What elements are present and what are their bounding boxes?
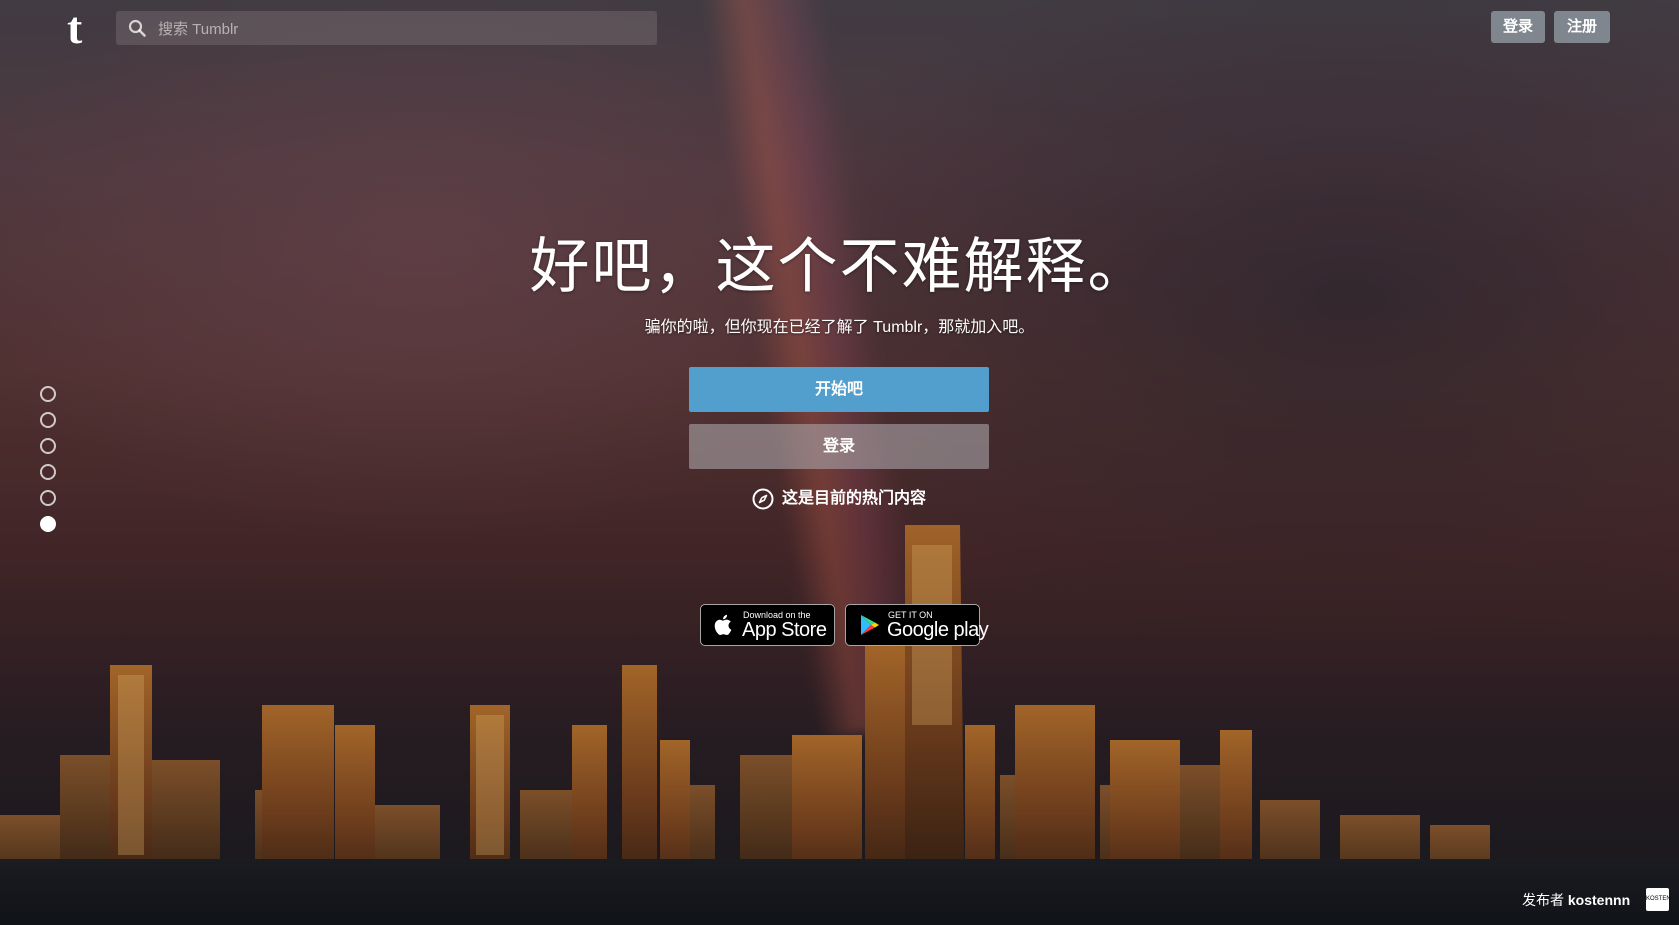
- app-store-big-text: App Store: [742, 619, 827, 641]
- pager-dot-5[interactable]: [40, 490, 56, 506]
- hero-subtitle: 骗你的啦，但你现在已经了解了 Tumblr，那就加入吧。: [644, 319, 1035, 336]
- author-avatar[interactable]: KOSTEN: [1646, 888, 1671, 911]
- compass-icon: [752, 488, 774, 510]
- signup-button[interactable]: 注册: [1554, 11, 1610, 43]
- pager-dot-6-active[interactable]: [40, 516, 56, 532]
- get-started-button[interactable]: 开始吧: [689, 367, 989, 412]
- search-icon: [128, 19, 146, 37]
- login-button[interactable]: 登录: [1491, 11, 1545, 43]
- pager-dot-2[interactable]: [40, 412, 56, 428]
- google-play-badge[interactable]: GET IT ON Google play: [845, 604, 989, 646]
- google-play-icon: [861, 615, 879, 635]
- top-bar: t 登录 注册: [0, 0, 1679, 56]
- hero-title: 好吧，这个不难解释。: [529, 232, 1150, 302]
- credit-author-link[interactable]: kostennn: [1568, 892, 1630, 908]
- pager-dot-1[interactable]: [40, 386, 56, 402]
- pager-dot-4[interactable]: [40, 464, 56, 480]
- apple-icon: [714, 614, 732, 635]
- app-store-badge[interactable]: Download on the App Store: [700, 604, 835, 646]
- search-bar[interactable]: [116, 11, 657, 47]
- google-play-big-text: Google play: [887, 619, 989, 641]
- tumblr-logo[interactable]: t: [67, 5, 101, 51]
- photo-credit: 发布者 kostennn: [1522, 890, 1630, 910]
- credit-prefix: 发布者: [1522, 892, 1564, 908]
- trending-label: 这是目前的热门内容: [782, 490, 927, 507]
- pager-dot-3[interactable]: [40, 438, 56, 454]
- hero-login-button[interactable]: 登录: [689, 424, 989, 469]
- search-input[interactable]: [156, 11, 650, 47]
